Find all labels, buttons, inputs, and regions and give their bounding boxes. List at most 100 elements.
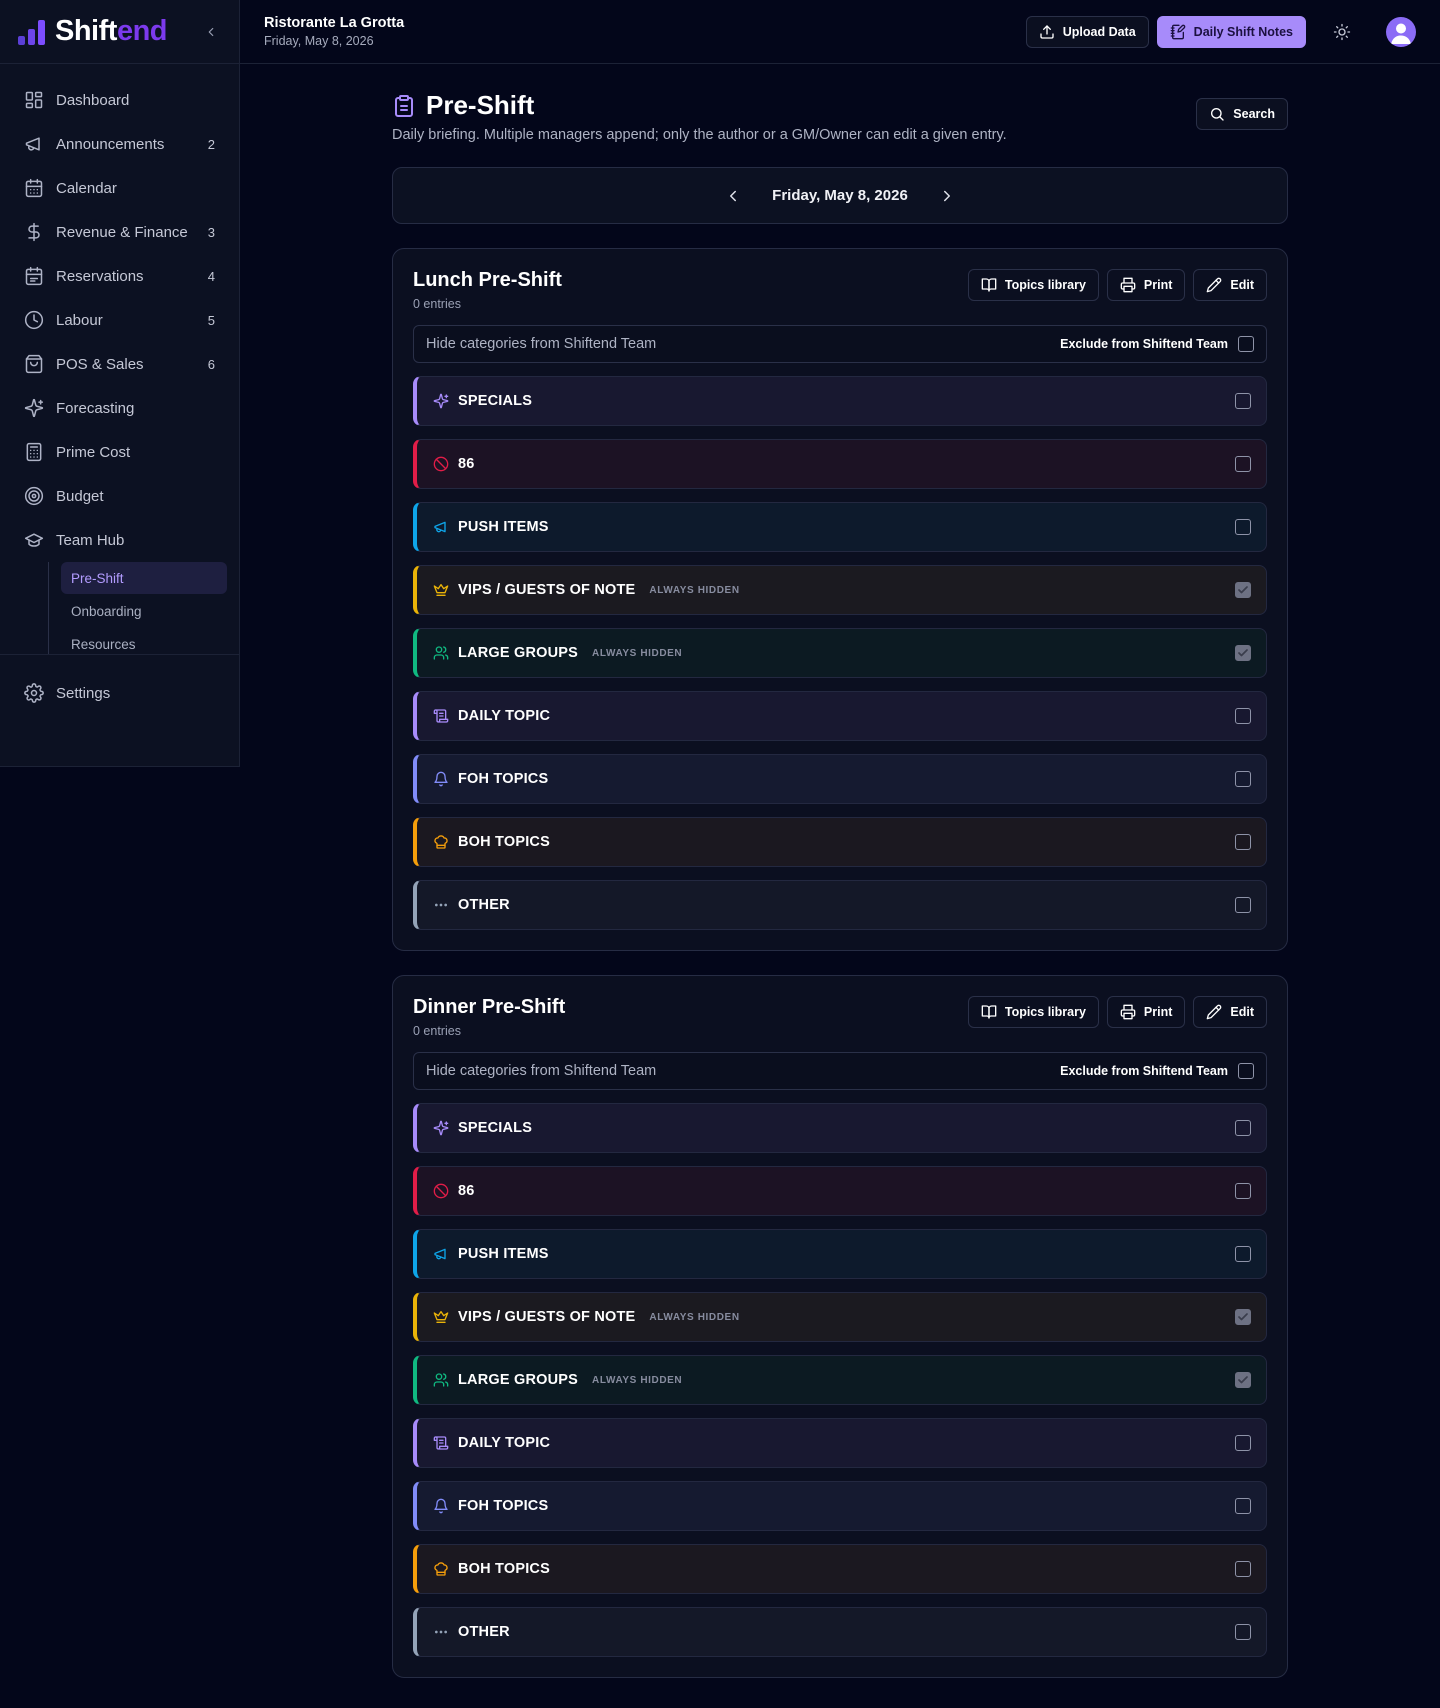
always-hidden-badge: ALWAYS HIDDEN [649, 1311, 740, 1323]
daily-shift-notes-button[interactable]: Daily Shift Notes [1156, 15, 1306, 48]
hide-categories-label: Hide categories from Shiftend Team [426, 1063, 657, 1079]
upload-icon [1040, 24, 1054, 39]
sidebar-item-budget[interactable]: Budget [0, 474, 239, 518]
category-vips-guests-of-note[interactable]: VIPS / GUESTS OF NOTE ALWAYS HIDDEN [413, 565, 1267, 615]
search-button[interactable]: Search [1196, 98, 1288, 130]
category-specials[interactable]: SPECIALS [413, 1103, 1267, 1153]
category-specials[interactable]: SPECIALS [413, 376, 1267, 426]
user-icon [1391, 23, 1411, 44]
category-large-groups[interactable]: LARGE GROUPS ALWAYS HIDDEN [413, 1355, 1267, 1405]
sidebar-item-settings[interactable]: Settings [0, 671, 239, 715]
sidebar-item-prime-cost[interactable]: Prime Cost [0, 430, 239, 474]
sidebar-item-labour[interactable]: Labour 5 [0, 298, 239, 342]
category-checkbox[interactable] [1235, 456, 1251, 472]
upload-data-button[interactable]: Upload Data [1025, 15, 1149, 48]
sidebar-item-revenue-finance[interactable]: Revenue & Finance 3 [0, 210, 239, 254]
category-checkbox[interactable] [1235, 897, 1251, 913]
category-86[interactable]: 86 [413, 439, 1267, 489]
exclude-toggle[interactable]: Exclude from Shiftend Team [1060, 1063, 1254, 1079]
category-label: SPECIALS [458, 393, 533, 409]
previous-day-button[interactable] [724, 187, 742, 205]
category-daily-topic[interactable]: DAILY TOPIC [413, 691, 1267, 741]
category-foh-topics[interactable]: FOH TOPICS [413, 754, 1267, 804]
category-other[interactable]: OTHER [413, 880, 1267, 930]
edit-button[interactable]: Edit [1193, 269, 1267, 301]
theme-toggle-button[interactable] [1326, 16, 1358, 48]
sidebar-item-dashboard[interactable]: Dashboard [0, 78, 239, 122]
subnav-item-resources[interactable]: Resources [61, 628, 227, 654]
category-checkbox[interactable] [1235, 1498, 1251, 1514]
user-avatar[interactable] [1386, 16, 1416, 47]
pencil-icon [1207, 277, 1222, 293]
category-boh-topics[interactable]: BOH TOPICS [413, 817, 1267, 867]
category-label: BOH TOPICS [458, 1561, 550, 1577]
exclude-toggle[interactable]: Exclude from Shiftend Team [1060, 336, 1254, 352]
daily-shift-notes-label: Daily Shift Notes [1193, 24, 1293, 39]
current-date: Friday, May 8, 2026 [772, 187, 908, 204]
sidebar-item-label: Reservations [56, 267, 144, 285]
next-day-button[interactable] [938, 187, 956, 205]
users-icon [433, 646, 449, 660]
category-checkbox[interactable] [1235, 519, 1251, 535]
category-checkbox[interactable] [1235, 771, 1251, 787]
subnav-item-pre-shift[interactable]: Pre-Shift [61, 562, 227, 594]
date-navigator: Friday, May 8, 2026 [392, 167, 1288, 224]
category-86[interactable]: 86 [413, 1166, 1267, 1216]
always-hidden-badge: ALWAYS HIDDEN [592, 647, 683, 659]
calendar-check-icon [25, 266, 43, 286]
category-label: FOH TOPICS [458, 1498, 549, 1514]
category-checkbox[interactable] [1235, 393, 1251, 409]
topics-library-button[interactable]: Topics library [967, 996, 1099, 1028]
edit-button[interactable]: Edit [1193, 996, 1267, 1028]
category-checkbox[interactable] [1235, 708, 1251, 724]
category-large-groups[interactable]: LARGE GROUPS ALWAYS HIDDEN [413, 628, 1267, 678]
sidebar-nav: Dashboard Announcements 2 Calendar Revenue &… [0, 64, 239, 562]
sidebar-item-team-hub[interactable]: Team Hub [0, 518, 239, 562]
check-icon [1238, 1376, 1248, 1384]
topics-library-button[interactable]: Topics library [967, 269, 1099, 301]
bell-icon [434, 1498, 448, 1514]
category-checkbox[interactable] [1235, 1309, 1251, 1325]
always-hidden-badge: ALWAYS HIDDEN [649, 584, 740, 596]
exclude-checkbox[interactable] [1238, 1063, 1254, 1079]
collapse-sidebar-button[interactable] [201, 22, 221, 42]
category-checkbox[interactable] [1235, 1246, 1251, 1262]
sidebar-item-calendar[interactable]: Calendar [0, 166, 239, 210]
clock-icon [24, 310, 44, 330]
category-boh-topics[interactable]: BOH TOPICS [413, 1544, 1267, 1594]
category-other[interactable]: OTHER [413, 1607, 1267, 1657]
category-daily-topic[interactable]: DAILY TOPIC [413, 1418, 1267, 1468]
category-checkbox[interactable] [1235, 834, 1251, 850]
category-checkbox[interactable] [1235, 1561, 1251, 1577]
category-checkbox[interactable] [1235, 582, 1251, 598]
category-checkbox[interactable] [1235, 1183, 1251, 1199]
category-label: PUSH ITEMS [458, 519, 549, 535]
sidebar-item-announcements[interactable]: Announcements 2 [0, 122, 239, 166]
shift-actions: Topics library Print Edit [967, 269, 1267, 301]
category-checkbox[interactable] [1235, 1120, 1251, 1136]
page-description: Daily briefing. Multiple managers append… [392, 127, 1007, 143]
sidebar-item-reservations[interactable]: Reservations 4 [0, 254, 239, 298]
sidebar-item-label: Budget [56, 487, 104, 505]
category-foh-topics[interactable]: FOH TOPICS [413, 1481, 1267, 1531]
category-push-items[interactable]: PUSH ITEMS [413, 502, 1267, 552]
category-checkbox[interactable] [1235, 1372, 1251, 1388]
sidebar-item-pos-sales[interactable]: POS & Sales 6 [0, 342, 239, 386]
category-vips-guests-of-note[interactable]: VIPS / GUESTS OF NOTE ALWAYS HIDDEN [413, 1292, 1267, 1342]
category-checkbox[interactable] [1235, 1435, 1251, 1451]
category-checkbox[interactable] [1235, 645, 1251, 661]
exclude-checkbox[interactable] [1238, 336, 1254, 352]
entry-count: 0 entries [413, 297, 461, 311]
category-push-items[interactable]: PUSH ITEMS [413, 1229, 1267, 1279]
sidebar-item-forecasting[interactable]: Forecasting [0, 386, 239, 430]
category-label: LARGE GROUPS [458, 1372, 579, 1388]
sidebar-item-label: POS & Sales [56, 355, 144, 373]
print-button[interactable]: Print [1106, 996, 1186, 1028]
subnav-item-onboarding[interactable]: Onboarding [61, 595, 227, 627]
category-checkbox[interactable] [1235, 1624, 1251, 1640]
crown-icon [433, 584, 449, 596]
bell-icon [434, 771, 448, 787]
print-button[interactable]: Print [1106, 269, 1186, 301]
sidebar-item-badge: 3 [207, 224, 215, 240]
calculator-icon [26, 442, 42, 462]
